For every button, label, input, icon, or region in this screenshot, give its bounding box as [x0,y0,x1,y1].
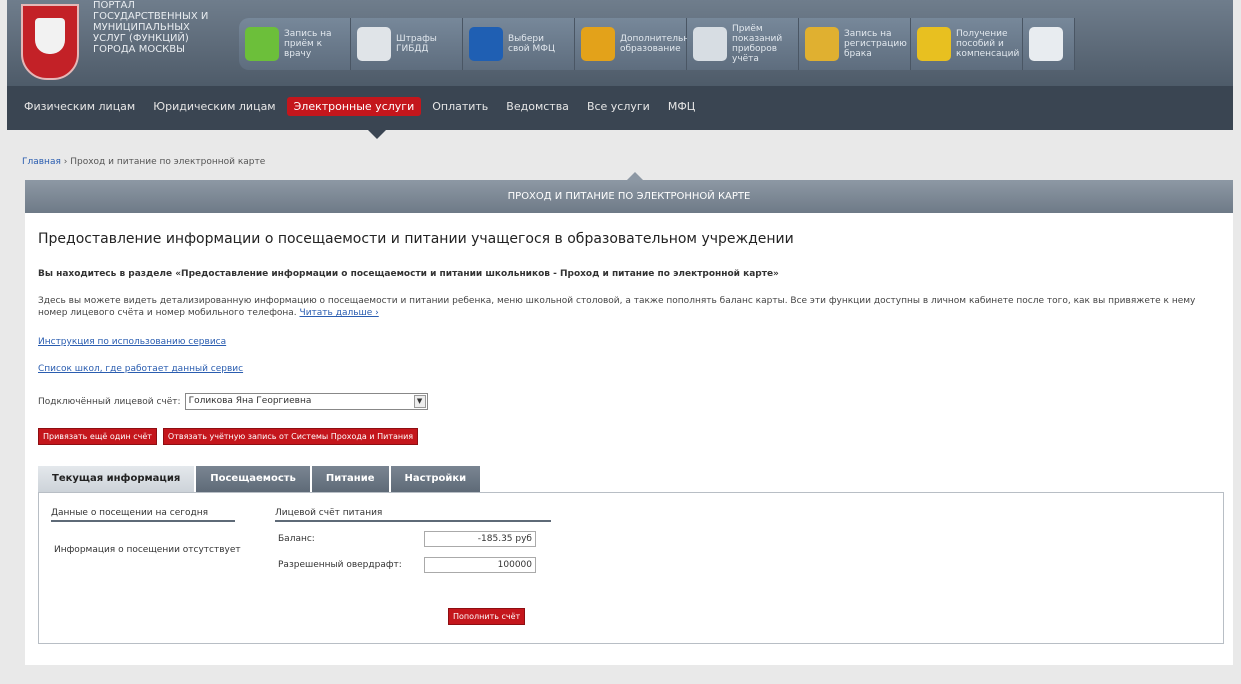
account-buttons: Привязать ещё один счёт Отвязать учётную… [38,428,424,445]
panel-title: ПРОХОД И ПИТАНИЕ ПО ЭЛЕКТРОННОЙ КАРТЕ [25,180,1233,213]
read-more-link[interactable]: Читать дальше › [300,308,379,318]
account-select-value: Голикова Яна Георгиевна [188,396,312,406]
overdraft-label: Разрешенный овердрафт: [278,560,402,570]
visits-header: Данные о посещении на сегодня [51,508,235,522]
tab[interactable]: Питание [311,466,389,492]
balance-field: -185.35 руб [424,531,536,547]
service-link[interactable] [1023,18,1075,70]
info-tabs: Текущая информация Посещаемость Питание Нас… [38,466,482,492]
visits-text: Информация о посещении отсутствует [54,545,241,555]
chevron-down-icon[interactable]: ▼ [413,395,426,408]
service-label: Дополнительное образование [620,34,701,54]
meter-icon [693,27,727,61]
benefits-icon [917,27,951,61]
nav-item[interactable]: Электронные услуги [286,97,422,116]
service-label: Запись на приём к врачу [284,29,332,59]
rings-icon [805,27,839,61]
account-row: Подключённый лицевой счёт: Голикова Яна … [38,393,428,410]
moscow-coat-of-arms-icon[interactable] [21,4,79,80]
nav-item[interactable]: Все услуги [580,97,657,116]
account-header: Лицевой счёт питания [275,508,551,522]
section-location: Вы находитесь в разделе «Предоставление … [38,269,779,279]
instructions-link[interactable]: Инструкция по использованию сервиса [38,337,226,347]
mfc-icon [469,27,503,61]
service-label: Приём показаний приборов учёта [732,24,783,64]
nav-item[interactable]: Оплатить [425,97,495,116]
main-nav: Физическим лицам Юридическим лицам Электро… [7,86,1233,130]
service-link[interactable]: Запись на приём к врачу [239,18,351,70]
main-content: Предоставление информации о посещаемости… [25,213,1233,665]
add-account-button[interactable]: Привязать ещё один счёт [38,428,157,445]
account-label: Подключённый лицевой счёт: [38,396,181,407]
tab[interactable]: Посещаемость [196,466,310,492]
services-bar: Запись на приём к врачу Штрафы ГИБДД Выбер… [239,18,1075,70]
breadcrumb-current: Проход и питание по электронной карте [70,157,266,167]
nav-item[interactable]: МФЦ [661,97,703,116]
portal-header: ПОРТАЛ ГОСУДАРСТВЕННЫХ И МУНИЦИПАЛЬНЫХ У… [7,0,1233,86]
service-link[interactable]: Получение пособий и компенсаций [911,18,1023,70]
service-label: Запись на регистрацию брака [844,29,907,59]
service-link[interactable]: Приём показаний приборов учёта [687,18,799,70]
nav-item[interactable]: Ведомства [499,97,576,116]
education-icon [581,27,615,61]
account-select[interactable]: Голикова Яна Георгиевна ▼ [184,393,428,410]
breadcrumb-separator: › [63,157,68,167]
nav-item[interactable]: Юридическим лицам [146,97,282,116]
tab[interactable]: Настройки [390,466,481,492]
nav-item[interactable]: Физическим лицам [17,97,142,116]
schools-list-link[interactable]: Список школ, где работает данный сервис [38,364,243,374]
emblem-shield [35,18,65,54]
service-label: Выбери свой МФЦ [508,34,555,54]
portal-title[interactable]: ПОРТАЛ ГОСУДАРСТВЕННЫХ И МУНИЦИПАЛЬНЫХ У… [93,0,223,55]
balance-label: Баланс: [278,534,315,544]
page-title: Предоставление информации о посещаемости… [38,231,794,247]
document-icon [1029,27,1063,61]
current-info-panel: Данные о посещении на сегодня Информация… [38,492,1224,644]
service-link[interactable]: Штрафы ГИБДД [351,18,463,70]
description-text: Здесь вы можете видеть детализированную … [38,296,1196,318]
unlink-account-button[interactable]: Отвязать учётную запись от Системы Прохо… [162,428,419,445]
nav-items: Физическим лицам Юридическим лицам Электро… [17,97,706,116]
service-label: Штрафы ГИБДД [396,34,437,54]
service-description: Здесь вы можете видеть детализированную … [38,295,1218,319]
service-label: Получение пособий и компенсаций [956,29,1020,59]
nav-active-pointer [368,130,386,139]
service-link[interactable]: Выбери свой МФЦ [463,18,575,70]
overdraft-field: 100000 [424,557,536,573]
service-link[interactable]: Дополнительное образование [575,18,701,70]
breadcrumb: Главная › Проход и питание по электронно… [22,157,265,167]
topup-button[interactable]: Пополнить счёт [448,608,526,625]
medical-cross-icon [245,27,279,61]
breadcrumb-home-link[interactable]: Главная [22,157,61,167]
tab[interactable]: Текущая информация [38,466,195,492]
service-link[interactable]: Запись на регистрацию брака [799,18,911,70]
traffic-fine-icon [357,27,391,61]
